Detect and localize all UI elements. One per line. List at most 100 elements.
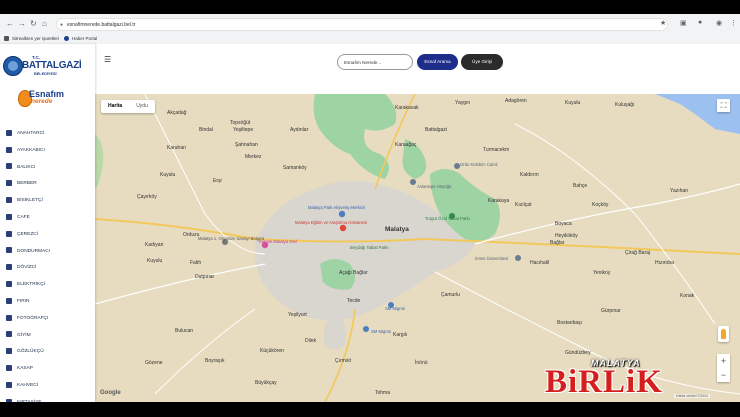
municipality-logo-emblem — [3, 56, 23, 76]
shop-pin-icon[interactable] — [363, 326, 369, 332]
sidebar-item[interactable]: DÖVİZCİ — [6, 262, 92, 274]
poi-label: İnönü Üniversitesi — [475, 256, 508, 261]
place-label: Bindal — [199, 127, 213, 133]
place-label: Topsöğüt — [230, 120, 251, 126]
hamburger-icon[interactable]: ☰ — [104, 55, 111, 64]
landmark-pin-icon[interactable] — [410, 179, 416, 185]
street-view-pegman-icon[interactable] — [718, 326, 729, 342]
university-pin-icon[interactable] — [515, 255, 521, 261]
place-label: Bostanbaşı — [557, 320, 582, 326]
reload-icon[interactable]: ↻ — [30, 19, 37, 28]
site-info-icon[interactable]: ● — [60, 19, 63, 32]
cup-icon — [6, 381, 12, 388]
place-label: Karahan — [167, 145, 186, 151]
sidebar-item[interactable]: DONDURMACI — [6, 246, 92, 258]
bookmark-item[interactable]: Sitrealkten yer işaretleri — [4, 33, 59, 44]
address-bar[interactable]: ● esnafimnerede.battalgazi.bel.tr — [56, 18, 668, 31]
poi-label: SM Migros — [371, 329, 391, 334]
logo-name[interactable]: BATTALGAZİ — [22, 60, 82, 71]
bookmark-star-icon[interactable]: ★ — [660, 19, 666, 27]
sidebar-item[interactable]: KASAP — [6, 363, 92, 375]
fullscreen-icon[interactable]: ⛶ — [717, 99, 730, 112]
bicycle-icon — [6, 196, 12, 203]
profile-icon[interactable]: ● — [698, 19, 702, 26]
tab-uydu[interactable]: Uydu — [129, 100, 155, 113]
sidebar-item[interactable]: ÇEREZCİ — [6, 229, 92, 241]
place-label: Dutpınar — [195, 274, 215, 280]
key-icon — [6, 129, 12, 136]
sidebar-item-label: BERBER — [17, 181, 37, 187]
tab-harita[interactable]: Harita — [101, 100, 129, 113]
sidebar-item-label: FIRIN — [17, 299, 30, 304]
sidebar-item[interactable]: GÖZLÜKÇÜ — [6, 346, 92, 358]
shopping-pin-icon[interactable] — [338, 210, 346, 218]
place-label: Boyraşık — [205, 358, 225, 364]
place-label: Erşi — [213, 178, 222, 184]
sidebar-item[interactable]: AYAKKABICI — [6, 145, 92, 157]
forward-icon[interactable]: → — [18, 19, 26, 28]
search-button[interactable]: Esnaf Arama — [417, 54, 458, 70]
place-label: Yeşilyurt — [288, 312, 307, 318]
place-label: Bulucan — [175, 328, 193, 334]
search-input[interactable]: Esnafım Nerede... — [337, 54, 413, 70]
scissors-icon — [6, 180, 12, 187]
place-label: Çırmıkt — [335, 358, 352, 364]
bookmark-item[interactable]: Haber Portal — [64, 33, 97, 44]
sidebar-item[interactable]: CAFE — [6, 212, 92, 224]
place-label: Boyaca — [555, 221, 572, 227]
place-label: Samanköy — [283, 165, 307, 171]
sidebar-item[interactable]: BİSİKLETÇİ — [6, 195, 92, 207]
poi-label: Aslantepe Höyüğü — [417, 184, 452, 189]
menu-dots-icon[interactable]: ⋮ — [730, 19, 737, 27]
place-label: Akçadağ — [167, 110, 187, 116]
place-label: Fatih — [190, 260, 201, 266]
place-label: Gürpınar — [601, 308, 621, 314]
poi-label: SM Migros — [385, 306, 405, 311]
park-area-west — [95, 134, 104, 189]
poi-label: Malatya Park Alışveriş Merkezi — [308, 205, 365, 210]
plug-icon — [6, 280, 12, 287]
meat-icon — [6, 364, 12, 371]
sidebar: T.C. BATTALGAZİ BELEDİYESİ Esnafım nered… — [0, 44, 95, 402]
sidebar-item[interactable]: FOTOĞRAFÇI — [6, 313, 92, 325]
back-icon[interactable]: ← — [6, 19, 14, 28]
place-label: Çayırköy — [137, 194, 157, 200]
place-label: Yazıhan — [670, 188, 688, 194]
folder-icon — [4, 36, 9, 42]
place-label: Kuyulu — [160, 172, 176, 178]
esnafim-nerede-logo[interactable]: Esnafım nerede — [18, 88, 70, 108]
sidebar-item[interactable]: KAHVECİ — [6, 380, 92, 392]
place-label: Tecde — [347, 298, 361, 304]
sidebar-item[interactable]: ANAHTARCI — [6, 128, 92, 140]
extensions-icon[interactable]: ▣ — [680, 19, 687, 27]
avatar[interactable]: ◉ — [716, 19, 722, 27]
road — [474, 183, 740, 245]
sidebar-item[interactable]: ELEKTRİKÇİ — [6, 279, 92, 291]
watermark-logo: MALATYA BiRLiK — [541, 354, 740, 404]
place-label: Küçükören — [260, 348, 284, 354]
sidebar-item-label: DÖVİZCİ — [17, 265, 37, 271]
place-label: Kadıyan — [145, 242, 164, 248]
hospital-pin-icon[interactable] — [339, 224, 347, 232]
place-label: Kaldırım — [520, 172, 539, 178]
fish-icon — [6, 163, 12, 170]
place-label: Gözene — [145, 360, 163, 366]
sidebar-item[interactable]: GİYİM — [6, 330, 92, 342]
sidebar-item-label: DONDURMACI — [17, 248, 51, 254]
place-label: Aydınlar — [290, 127, 309, 133]
ice-cream-icon — [6, 247, 12, 254]
login-button[interactable]: Üye Girişi — [461, 54, 503, 70]
sidebar-item-label: ANAHTARCI — [17, 131, 45, 136]
sidebar-item-label: KAHVECİ — [17, 383, 39, 388]
place-label: Şahnahan — [235, 142, 258, 148]
place-label: Kuyulu — [147, 258, 163, 264]
place-label: Büyükçay — [255, 380, 277, 386]
sidebar-item[interactable]: BERBER — [6, 178, 92, 190]
google-logo: Google — [100, 390, 121, 396]
home-icon[interactable]: ⌂ — [42, 19, 47, 28]
sidebar-item[interactable]: BALIKCI — [6, 162, 92, 174]
place-label: Adagören — [505, 98, 527, 104]
sidebar-item[interactable]: FIRIN — [6, 296, 92, 308]
poi-label: Beydağı Tabiat Parkı — [350, 245, 389, 250]
sidebar-item[interactable]: KIRTASİYE — [6, 397, 92, 402]
